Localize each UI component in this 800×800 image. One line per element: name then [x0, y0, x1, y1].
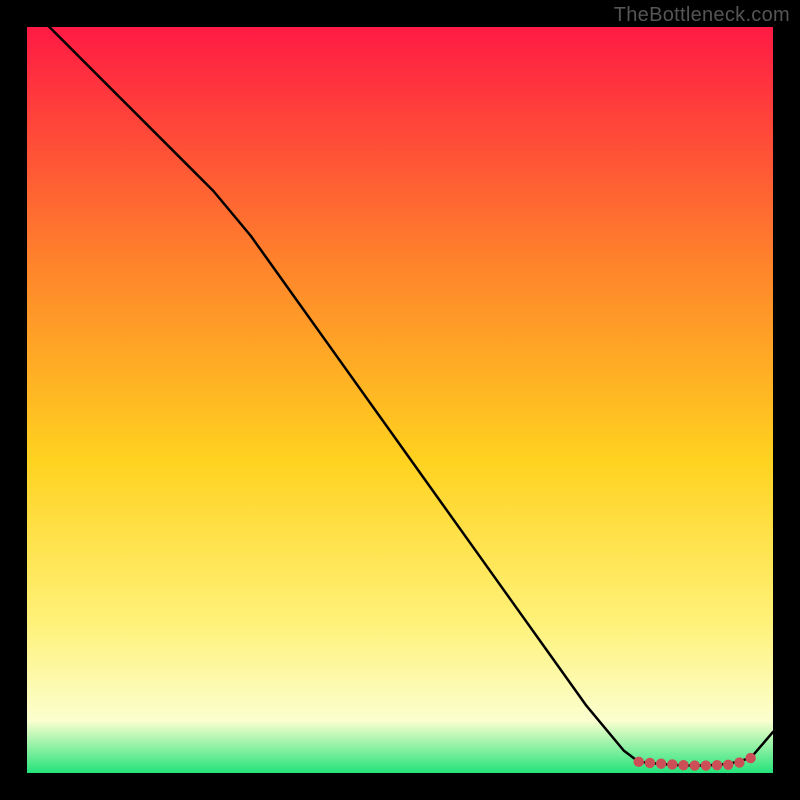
marker-dot	[689, 760, 699, 770]
marker-dot	[678, 760, 688, 770]
plot-frame	[27, 27, 773, 773]
marker-dot	[712, 760, 722, 770]
marker-dot	[645, 758, 655, 768]
marker-dot	[723, 760, 733, 770]
marker-dot	[656, 758, 666, 768]
marker-dot	[734, 757, 744, 767]
marker-dot	[667, 759, 677, 769]
watermark-label: TheBottleneck.com	[614, 4, 790, 27]
marker-dot	[701, 760, 711, 770]
plot-area	[27, 27, 773, 773]
optimal-range-markers	[27, 27, 773, 773]
marker-dot	[634, 757, 644, 767]
marker-dot	[745, 753, 755, 763]
chart-stage: TheBottleneck.com	[0, 0, 800, 800]
